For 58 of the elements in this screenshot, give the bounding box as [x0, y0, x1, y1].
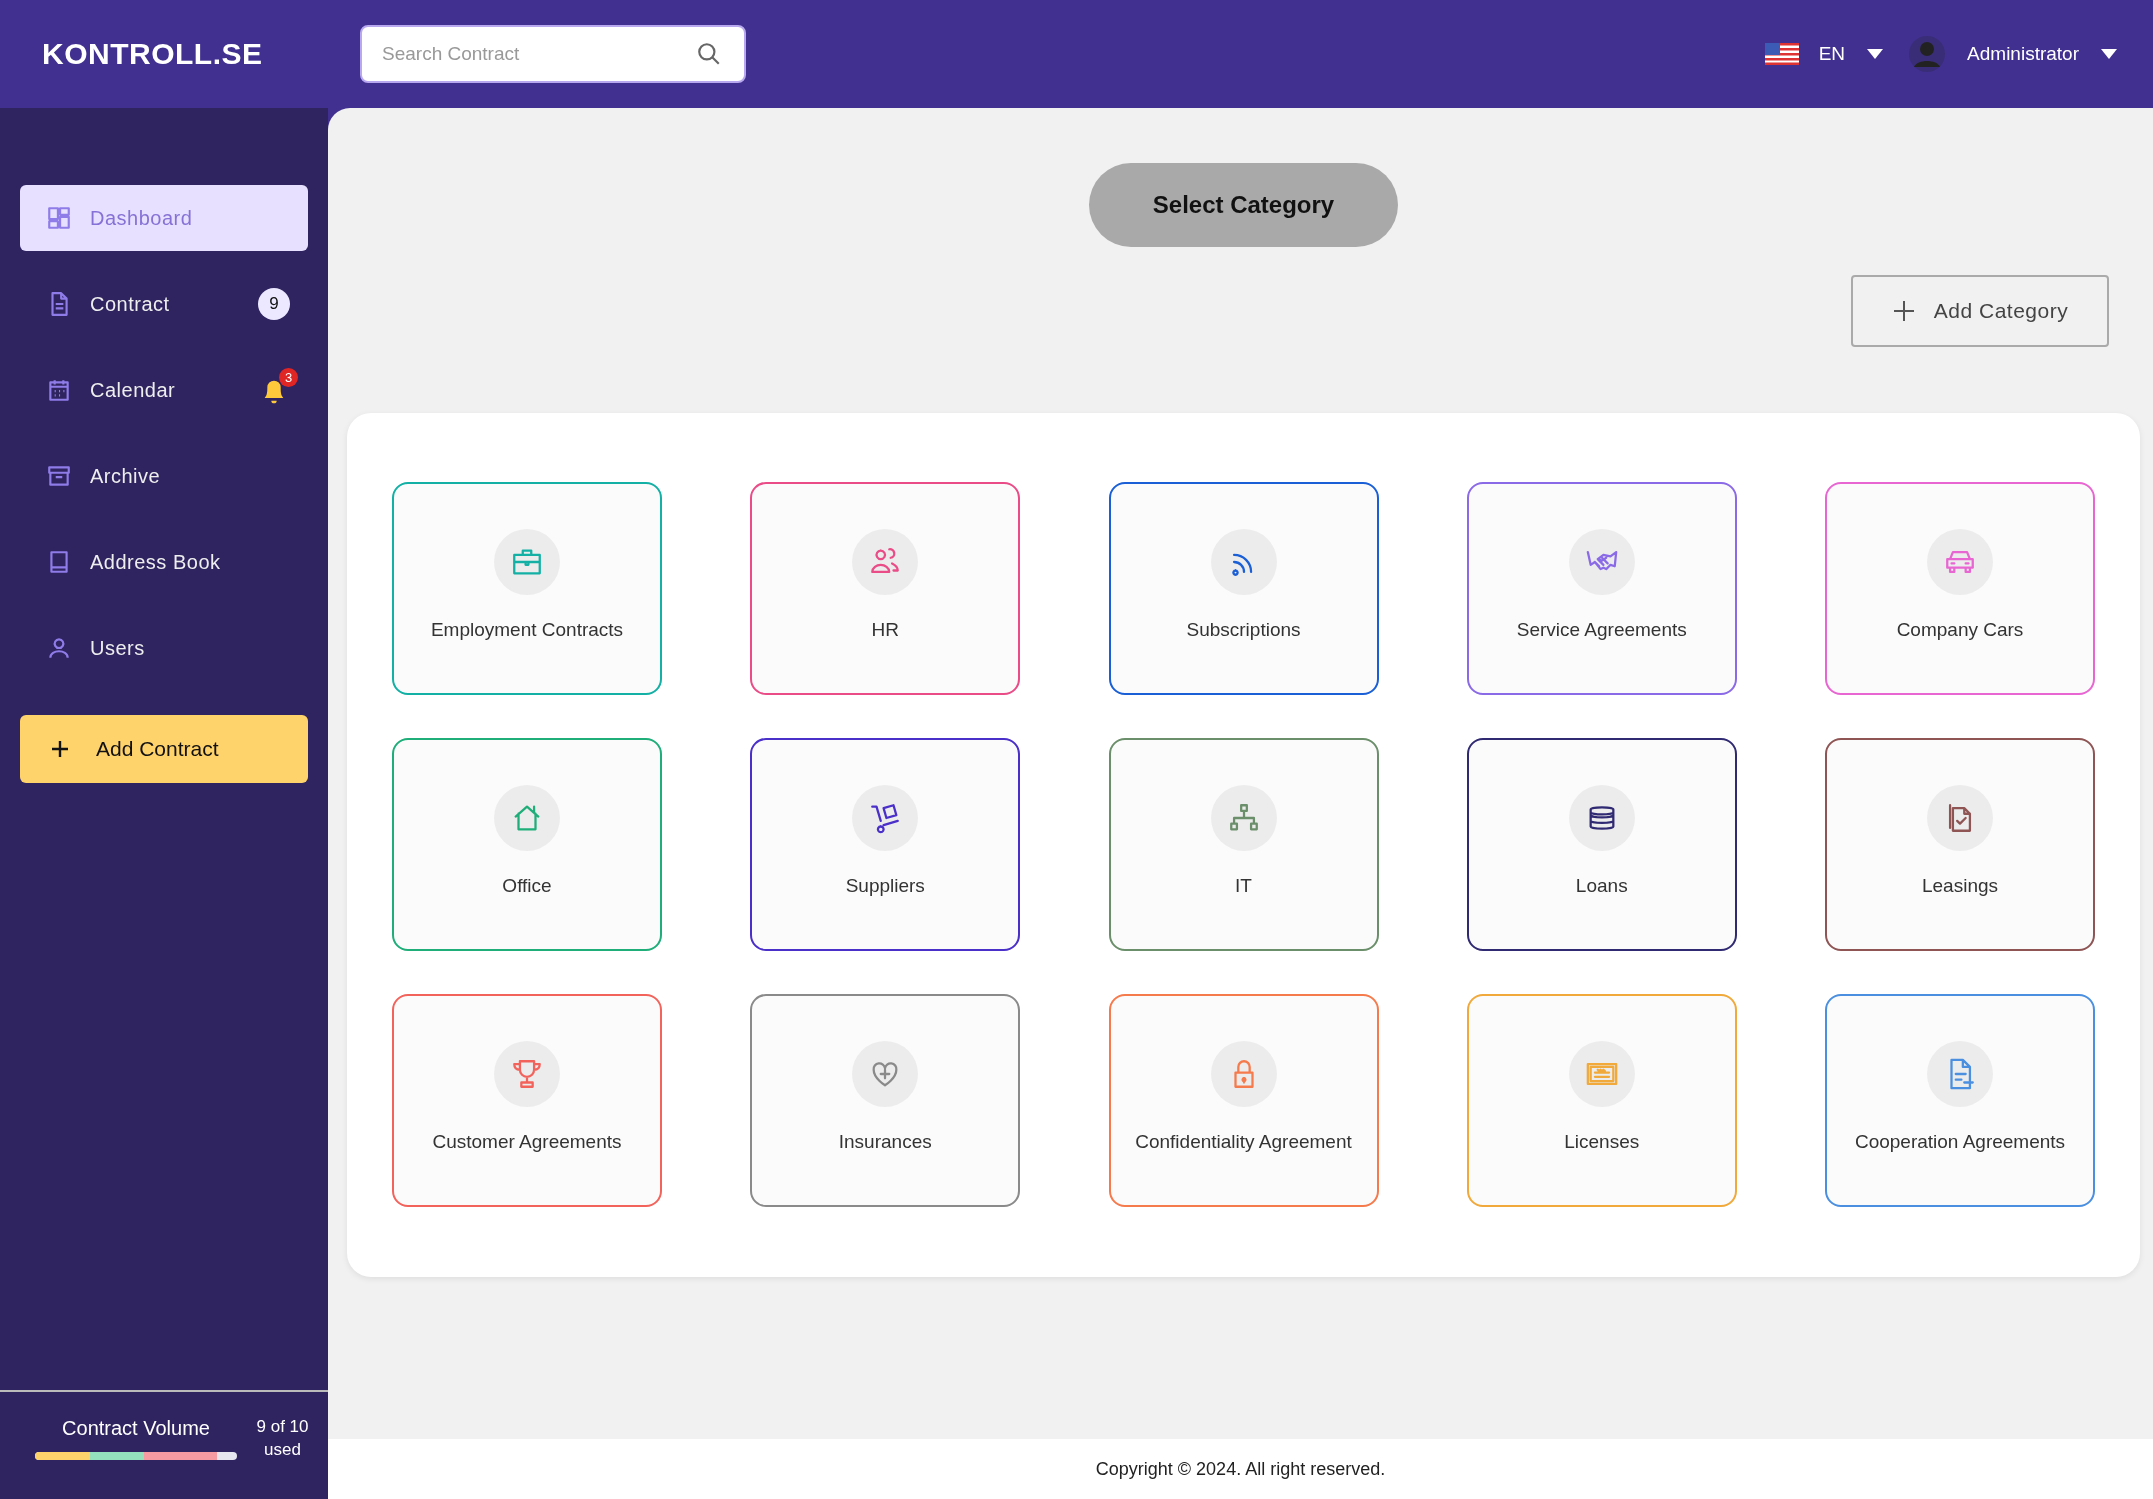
category-label: Office: [502, 875, 552, 897]
caret-icon[interactable]: [2101, 49, 2117, 59]
volume-reading: 9 of 10 used: [255, 1416, 310, 1461]
count-badge: 9: [258, 288, 290, 320]
category-label: Company Cars: [1896, 619, 2024, 641]
category-card[interactable]: Licenses: [1466, 994, 1737, 1207]
category-card[interactable]: Subscriptions: [1108, 482, 1379, 695]
category-card[interactable]: Confidentiality Agreement: [1108, 994, 1379, 1207]
volume-label: Contract Volume: [62, 1417, 210, 1440]
sidebar-item[interactable]: Archive: [20, 443, 308, 509]
user-name[interactable]: Administrator: [1967, 43, 2079, 65]
category-card[interactable]: Suppliers: [750, 738, 1021, 951]
sidebar-item[interactable]: Contract 9: [20, 271, 308, 337]
add-contract-button[interactable]: Add Contract: [20, 715, 308, 783]
category-label: Licenses: [1564, 1131, 1640, 1153]
category-label: Cooperation Agreements: [1854, 1131, 2066, 1153]
calendar-icon: [46, 377, 72, 403]
category-label: HR: [871, 619, 899, 641]
user-icon: [46, 635, 72, 661]
category-card[interactable]: Leasings: [1825, 738, 2095, 951]
category-card[interactable]: Loans: [1466, 738, 1737, 951]
category-label: Leasings: [1921, 875, 1999, 897]
notification-badge: 3: [279, 368, 298, 387]
sidebar-item[interactable]: Users: [20, 615, 308, 681]
category-label: Employment Contracts: [430, 619, 624, 641]
category-label: Customer Agreements: [432, 1131, 622, 1153]
flag-icon[interactable]: [1764, 43, 1799, 65]
category-card[interactable]: Employment Contracts: [392, 482, 662, 695]
category-card[interactable]: Service Agreements: [1466, 482, 1737, 695]
category-label: Service Agreements: [1516, 619, 1687, 641]
category-label: Insurances: [838, 1131, 932, 1153]
archive-box-icon: [46, 463, 72, 489]
select-category-button[interactable]: Select Category: [1089, 163, 1398, 247]
category-card[interactable]: Insurances: [750, 994, 1021, 1207]
category-card[interactable]: IT: [1108, 738, 1379, 951]
sidebar-item[interactable]: Address Book: [20, 529, 308, 595]
language-label[interactable]: EN: [1818, 43, 1846, 65]
category-label: Confidentiality Agreement: [1135, 1131, 1352, 1153]
dashboard-icon: [46, 205, 72, 231]
category-card[interactable]: Company Cars: [1825, 482, 2095, 695]
copyright-text: Copyright © 2024. All right reserved.: [1095, 1458, 1386, 1480]
plus-icon: [1891, 299, 1916, 323]
category-label: Loans: [1575, 875, 1628, 897]
category-label: Suppliers: [845, 875, 925, 897]
add-category-button[interactable]: Add Category: [1851, 275, 2109, 347]
category-label: Subscriptions: [1186, 619, 1301, 641]
caret-icon[interactable]: [1867, 49, 1884, 59]
sidebar-item[interactable]: Calendar 3: [20, 357, 308, 423]
search-field[interactable]: Search Contract: [360, 25, 746, 83]
logo: KONTROLL.SE: [42, 37, 264, 71]
category-card[interactable]: Customer Agreements: [392, 994, 662, 1207]
category-label: IT: [1235, 875, 1252, 897]
category-card[interactable]: Office: [392, 738, 662, 951]
category-card[interactable]: HR: [750, 482, 1021, 695]
trophy-icon: [510, 1057, 544, 1091]
category-card[interactable]: Cooperation Agreements: [1825, 994, 2095, 1207]
search-icon[interactable]: [696, 41, 722, 67]
plus-icon: [50, 739, 70, 759]
